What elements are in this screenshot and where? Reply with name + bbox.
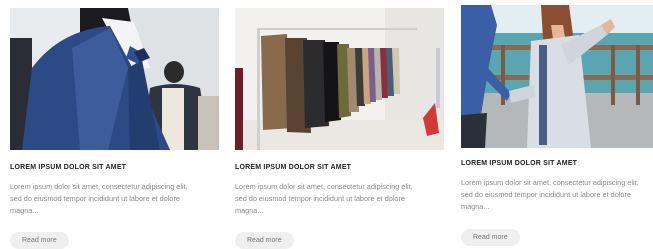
clothing-rack-photo[interactable] [235, 8, 444, 150]
suit-mannequin-photo[interactable] [10, 8, 219, 150]
read-more-button[interactable]: Read more [235, 232, 294, 249]
excerpt-line: Lorem ipsum dolor sit amet, consectetur … [10, 182, 188, 191]
post-excerpt: Lorem ipsum dolor sit amet, consectetur … [10, 181, 219, 217]
post-title[interactable]: LOREM IPSUM DOLOR SIT AMET [235, 164, 351, 171]
couple-seaside-photo[interactable] [461, 5, 653, 148]
excerpt-line: magna... [10, 206, 39, 215]
post-excerpt: Lorem ipsum dolor sit amet, consectetur … [461, 177, 653, 213]
post-title[interactable]: LOREM IPSUM DOLOR SIT AMET [461, 160, 577, 167]
post-title[interactable]: LOREM IPSUM DOLOR SIT AMET [10, 164, 126, 171]
excerpt-line: sed do eiusmod tempor incididunt ut labo… [461, 190, 631, 199]
excerpt-line: sed do eiusmod tempor incididunt ut labo… [10, 194, 180, 203]
excerpt-line: Lorem ipsum dolor sit amet, consectetur … [235, 182, 413, 191]
excerpt-line: sed do eiusmod tempor incididunt ut labo… [235, 194, 405, 203]
read-more-button[interactable]: Read more [461, 229, 520, 246]
post-excerpt: Lorem ipsum dolor sit amet, consectetur … [235, 181, 444, 217]
excerpt-line: Lorem ipsum dolor sit amet, consectetur … [461, 178, 639, 187]
read-more-button[interactable]: Read more [10, 232, 69, 249]
excerpt-line: magna... [235, 206, 264, 215]
excerpt-line: magna... [461, 202, 490, 211]
